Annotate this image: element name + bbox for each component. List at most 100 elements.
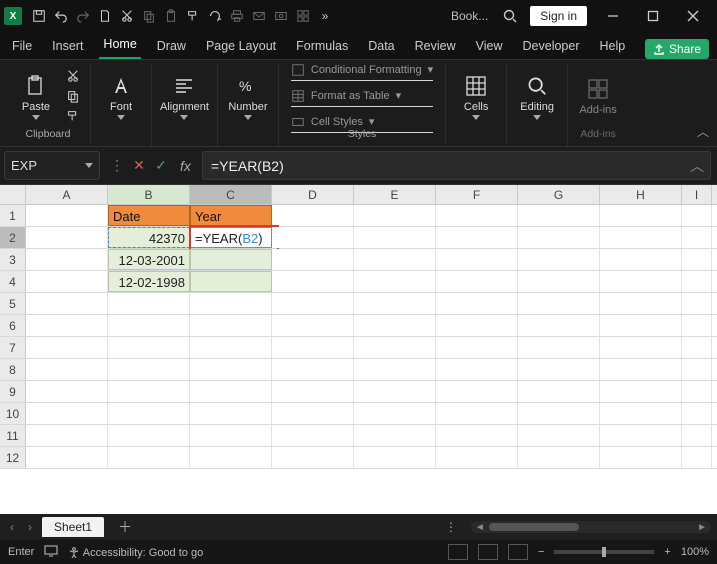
copy-mini-icon[interactable] bbox=[64, 88, 82, 104]
format-painter-icon[interactable] bbox=[182, 2, 204, 30]
cell-F1[interactable] bbox=[436, 205, 518, 226]
cell-A1[interactable] bbox=[26, 205, 108, 226]
cell-F4[interactable] bbox=[436, 271, 518, 292]
new-file-icon[interactable] bbox=[94, 2, 116, 30]
row-head-1[interactable]: 1 bbox=[0, 205, 26, 226]
sign-in-button[interactable]: Sign in bbox=[530, 6, 587, 26]
conditional-formatting-button[interactable]: Conditional Formatting▾ bbox=[291, 59, 433, 81]
editing-button[interactable]: Editing bbox=[515, 73, 559, 120]
addins-small-icon[interactable] bbox=[292, 2, 314, 30]
col-head-A[interactable]: A bbox=[26, 185, 108, 204]
accept-formula-icon[interactable]: ✓ bbox=[152, 157, 170, 174]
redo-icon[interactable] bbox=[72, 2, 94, 30]
cancel-formula-icon[interactable]: ✕ bbox=[130, 157, 148, 174]
cell-C4[interactable] bbox=[190, 271, 272, 292]
mail-icon[interactable] bbox=[248, 2, 270, 30]
col-head-C[interactable]: C bbox=[190, 185, 272, 204]
cell-I3[interactable] bbox=[682, 249, 712, 270]
zoom-in-button[interactable]: + bbox=[664, 546, 670, 558]
horizontal-scrollbar[interactable]: ◄ ► bbox=[471, 521, 711, 533]
col-head-B[interactable]: B bbox=[108, 185, 190, 204]
cell-G2[interactable] bbox=[518, 227, 600, 248]
cell-D3[interactable] bbox=[272, 249, 354, 270]
col-head-D[interactable]: D bbox=[272, 185, 354, 204]
qat-overflow-icon[interactable]: » bbox=[314, 2, 336, 30]
cell-I4[interactable] bbox=[682, 271, 712, 292]
row-head-2[interactable]: 2 bbox=[0, 227, 26, 248]
number-button[interactable]: % Number bbox=[226, 73, 270, 120]
cell-H4[interactable] bbox=[600, 271, 682, 292]
row-head-3[interactable]: 3 bbox=[0, 249, 26, 270]
cell-D4[interactable] bbox=[272, 271, 354, 292]
view-page-layout-icon[interactable] bbox=[478, 544, 498, 560]
format-as-table-button[interactable]: Format as Table▾ bbox=[291, 85, 433, 107]
formula-options-icon[interactable]: ⋮ bbox=[108, 157, 126, 174]
row-head-6[interactable]: 6 bbox=[0, 315, 26, 336]
expand-formula-bar-icon[interactable]: ︿ bbox=[690, 156, 704, 176]
save-icon[interactable] bbox=[28, 2, 50, 30]
tab-review[interactable]: Review bbox=[411, 34, 460, 59]
cell-F3[interactable] bbox=[436, 249, 518, 270]
cell-G3[interactable] bbox=[518, 249, 600, 270]
sheet-nav-prev[interactable]: ‹ bbox=[6, 520, 18, 534]
sheet-tab-1[interactable]: Sheet1 bbox=[42, 517, 104, 537]
row-head-12[interactable]: 12 bbox=[0, 447, 26, 468]
cell-A4[interactable] bbox=[26, 271, 108, 292]
col-head-F[interactable]: F bbox=[436, 185, 518, 204]
cell-G4[interactable] bbox=[518, 271, 600, 292]
search-icon[interactable] bbox=[496, 2, 524, 30]
cells-button[interactable]: Cells bbox=[454, 73, 498, 120]
sheet-nav-next[interactable]: › bbox=[24, 520, 36, 534]
cell-F2[interactable] bbox=[436, 227, 518, 248]
cell-E4[interactable] bbox=[354, 271, 436, 292]
alignment-button[interactable]: Alignment bbox=[160, 73, 209, 120]
close-button[interactable] bbox=[673, 2, 713, 30]
collapse-ribbon-icon[interactable]: ︿ bbox=[697, 123, 709, 140]
view-page-break-icon[interactable] bbox=[508, 544, 528, 560]
zoom-level[interactable]: 100% bbox=[681, 546, 709, 558]
scroll-thumb[interactable] bbox=[489, 523, 579, 531]
cell-H3[interactable] bbox=[600, 249, 682, 270]
paste-small-icon[interactable] bbox=[160, 2, 182, 30]
print-icon[interactable] bbox=[226, 2, 248, 30]
tab-page-layout[interactable]: Page Layout bbox=[202, 34, 280, 59]
cell-I1[interactable] bbox=[682, 205, 712, 226]
cell-E1[interactable] bbox=[354, 205, 436, 226]
fx-icon[interactable]: fx bbox=[174, 158, 192, 174]
cell-B3[interactable]: 12-03-2001 bbox=[108, 249, 190, 270]
cell-H2[interactable] bbox=[600, 227, 682, 248]
screenshot-icon[interactable] bbox=[270, 2, 292, 30]
undo-icon[interactable] bbox=[50, 2, 72, 30]
cell-B2[interactable]: 42370 bbox=[108, 227, 190, 248]
accessibility-status[interactable]: Accessibility: Good to go bbox=[68, 546, 203, 559]
cell-E2[interactable] bbox=[354, 227, 436, 248]
tab-draw[interactable]: Draw bbox=[153, 34, 190, 59]
font-button[interactable]: Font bbox=[99, 73, 143, 120]
cell-I2[interactable] bbox=[682, 227, 712, 248]
tab-view[interactable]: View bbox=[472, 34, 507, 59]
row-head-9[interactable]: 9 bbox=[0, 381, 26, 402]
zoom-out-button[interactable]: − bbox=[538, 546, 544, 558]
select-all-corner[interactable] bbox=[0, 185, 26, 204]
col-head-E[interactable]: E bbox=[354, 185, 436, 204]
cell-C3[interactable] bbox=[190, 249, 272, 270]
add-sheet-button[interactable]: ＋ bbox=[110, 517, 140, 537]
cut-icon[interactable] bbox=[116, 2, 138, 30]
col-head-G[interactable]: G bbox=[518, 185, 600, 204]
tab-file[interactable]: File bbox=[8, 34, 36, 59]
row-head-8[interactable]: 8 bbox=[0, 359, 26, 380]
cell-A3[interactable] bbox=[26, 249, 108, 270]
addins-button[interactable]: Add-ins bbox=[576, 76, 620, 116]
minimize-button[interactable] bbox=[593, 2, 633, 30]
cell-D2[interactable] bbox=[272, 227, 354, 248]
view-normal-icon[interactable] bbox=[448, 544, 468, 560]
format-painter-mini-icon[interactable] bbox=[64, 108, 82, 124]
row-head-5[interactable]: 5 bbox=[0, 293, 26, 314]
cut-mini-icon[interactable] bbox=[64, 68, 82, 84]
cell-C1[interactable]: Year bbox=[190, 205, 272, 226]
zoom-slider[interactable] bbox=[554, 550, 654, 554]
tab-insert[interactable]: Insert bbox=[48, 34, 87, 59]
share-button[interactable]: Share bbox=[645, 39, 709, 59]
row-head-4[interactable]: 4 bbox=[0, 271, 26, 292]
row-head-10[interactable]: 10 bbox=[0, 403, 26, 424]
